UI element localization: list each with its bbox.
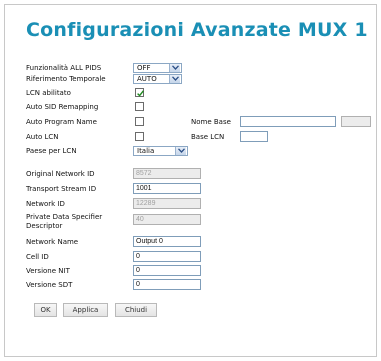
- chevron-down-icon: [169, 75, 180, 83]
- input-network-id[interactable]: [133, 198, 201, 209]
- applica-button[interactable]: Applica: [63, 303, 108, 317]
- label-auto-lcn: Auto LCN: [26, 133, 59, 141]
- select-paese-lcn[interactable]: Italia: [133, 146, 188, 156]
- label-private-data: Private Data Specifier Descriptor: [26, 213, 103, 230]
- label-original-network-id: Original Network ID: [26, 170, 95, 178]
- label-paese-lcn: Paese per LCN: [26, 147, 77, 155]
- label-lcn-abilitato: LCN abilitato: [26, 89, 71, 97]
- check-icon: [137, 90, 144, 97]
- label-versione-nit: Versione NIT: [26, 267, 70, 275]
- label-base-lcn: Base LCN: [191, 133, 225, 141]
- label-rif-temporale: Riferimento Temporale: [26, 75, 106, 83]
- label-network-id: Network ID: [26, 200, 65, 208]
- input-private-data[interactable]: [133, 214, 201, 225]
- checkbox-auto-sid[interactable]: [135, 102, 144, 111]
- select-funz-all-pids[interactable]: OFF: [133, 63, 182, 73]
- chiudi-button[interactable]: Chiudi: [115, 303, 157, 317]
- page-title: Configurazioni Avanzate MUX 1: [26, 19, 368, 41]
- select-paese-lcn-value: Italia: [137, 147, 155, 155]
- label-nome-base: Nome Base: [191, 118, 231, 126]
- checkbox-lcn-abilitato[interactable]: [135, 88, 144, 97]
- input-cell-id[interactable]: [133, 251, 201, 262]
- label-funz-all-pids: Funzionalità ALL PIDS: [26, 64, 102, 72]
- select-rif-temporale[interactable]: AUTO: [133, 74, 182, 84]
- input-versione-sdt[interactable]: [133, 279, 201, 290]
- label-auto-program: Auto Program Name: [26, 118, 97, 126]
- input-network-name[interactable]: [133, 236, 201, 247]
- input-original-network-id[interactable]: [133, 168, 201, 179]
- input-versione-nit[interactable]: [133, 265, 201, 276]
- input-base-lcn[interactable]: [240, 131, 268, 142]
- label-versione-sdt: Versione SDT: [26, 281, 73, 289]
- checkbox-auto-program[interactable]: [135, 117, 144, 126]
- chevron-down-icon: [169, 64, 180, 72]
- label-cell-id: Cell ID: [26, 253, 49, 261]
- dialog-frame: [4, 4, 377, 357]
- chevron-down-icon: [175, 147, 186, 155]
- checkbox-auto-lcn[interactable]: [135, 132, 144, 141]
- input-nome-base[interactable]: [240, 116, 336, 127]
- label-auto-sid: Auto SID Remapping: [26, 103, 99, 111]
- input-transport-stream-id[interactable]: [133, 183, 201, 194]
- label-network-name: Network Name: [26, 238, 79, 246]
- ok-button[interactable]: OK: [34, 303, 57, 317]
- label-transport-stream-id: Transport Stream ID: [26, 185, 97, 193]
- input-nome-base-extra[interactable]: [341, 116, 371, 127]
- select-funz-all-pids-value: OFF: [137, 64, 151, 72]
- select-rif-temporale-value: AUTO: [137, 75, 157, 83]
